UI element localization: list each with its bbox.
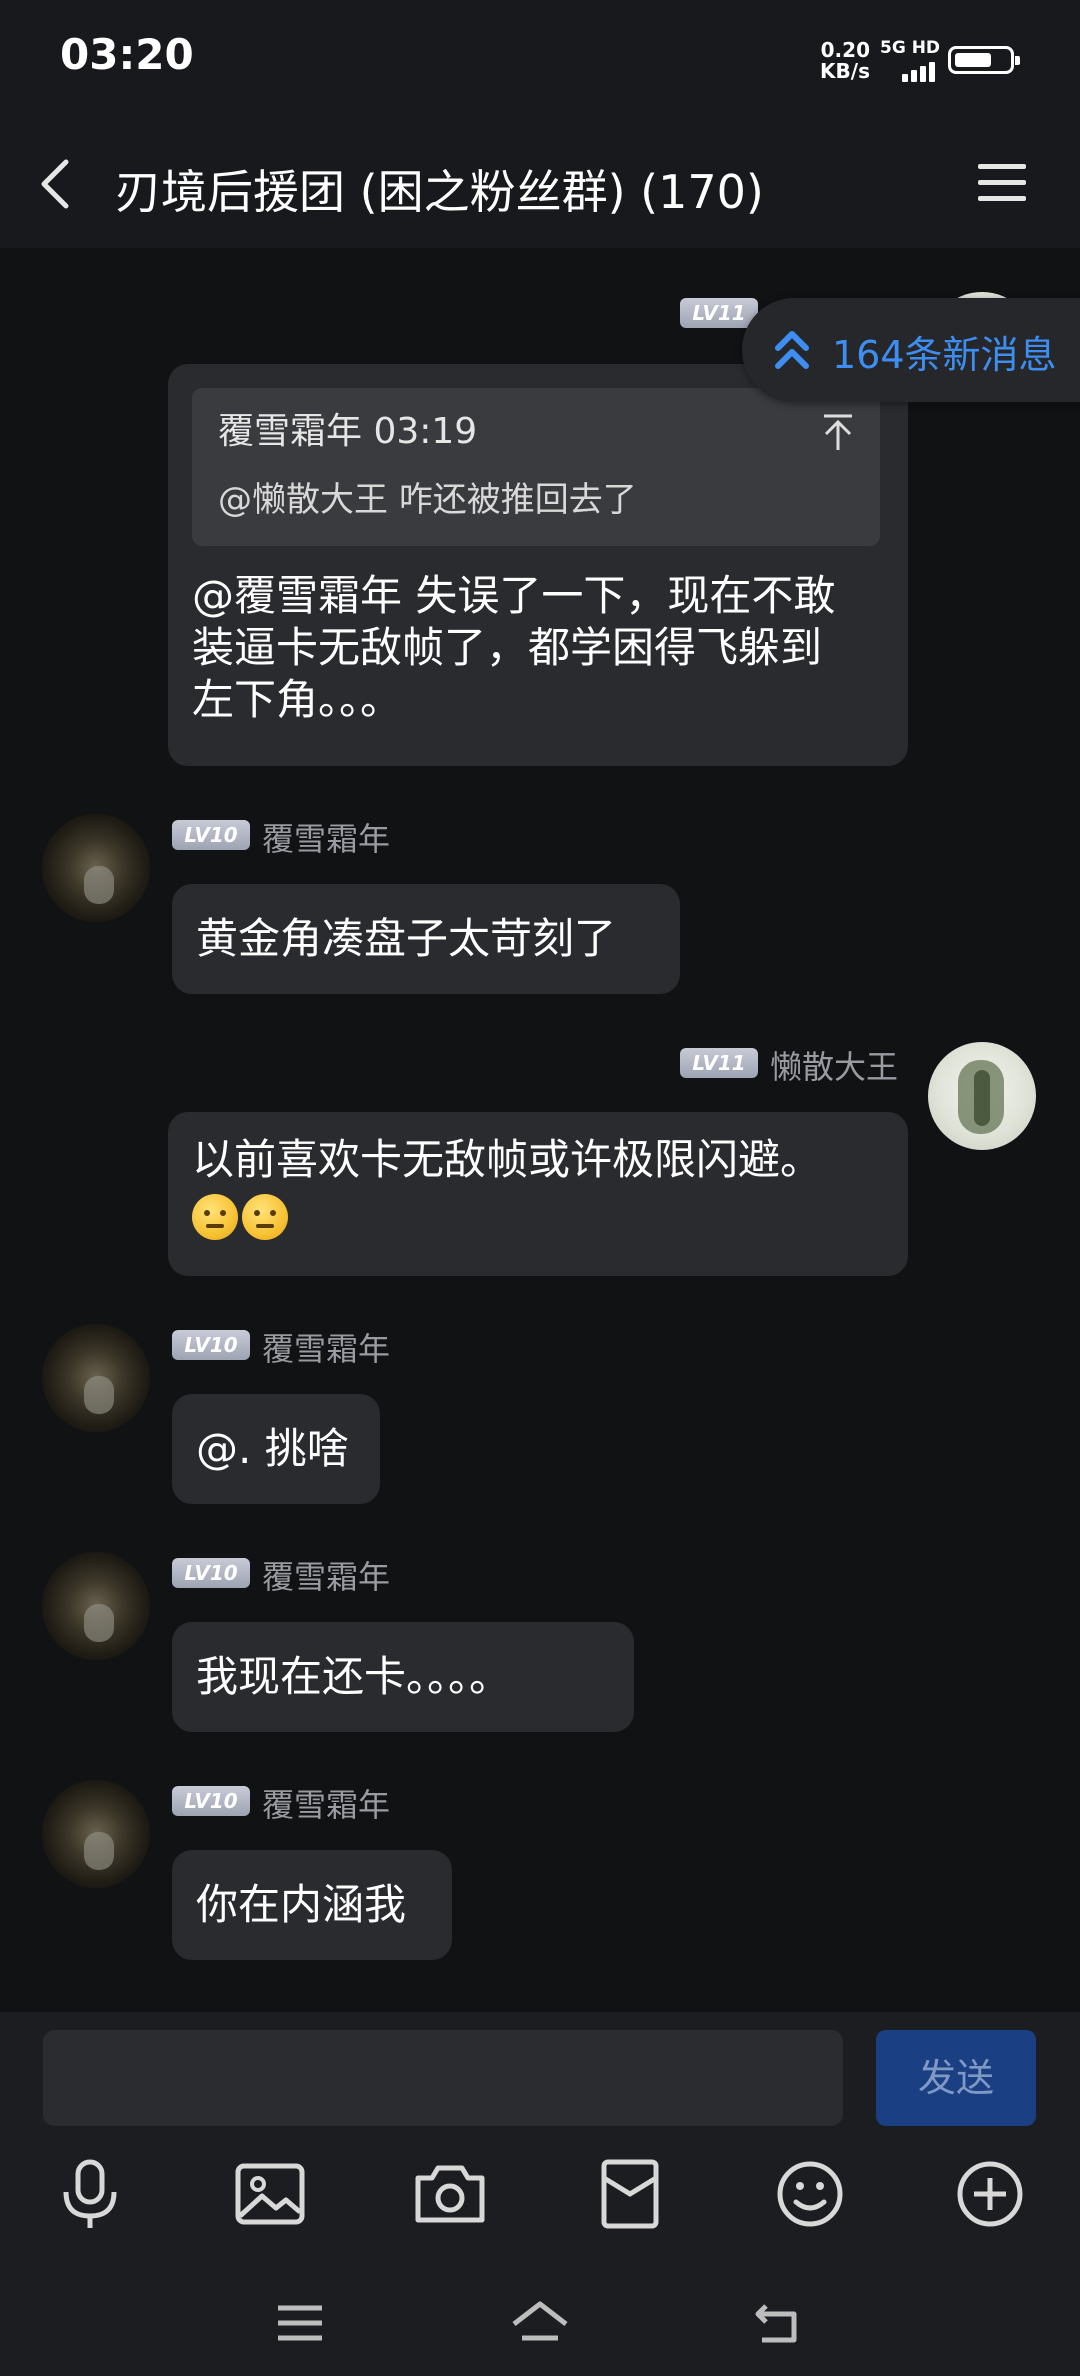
jump-to-top-icon[interactable] [820,412,856,452]
image-icon[interactable] [230,2154,310,2234]
quote-header: 覆雪霜年 03:19 [218,406,477,458]
network-speed-value: 0.20 [820,38,870,62]
message-bubble[interactable]: 黄金角凑盘子太苛刻了 [172,884,680,994]
level-badge: LV11 [680,298,758,328]
message-bubble[interactable]: @. 挑啥 [172,1394,380,1504]
worried-face-emoji [242,1193,288,1240]
home-nav-icon[interactable] [510,2298,570,2348]
composer: 发送 [0,2012,1080,2376]
message-bubble[interactable]: 我现在还卡。。。。 [172,1622,634,1732]
level-badge: LV10 [172,820,250,850]
message-text: @. 挑啥 [196,1424,349,1473]
message-item: LV10 覆雪霜年 黄金角凑盘子太苛刻了 [0,806,1080,1006]
camera-icon[interactable] [410,2154,490,2234]
level-badge: LV10 [172,1558,250,1588]
quote-sender: 覆雪霜年 [218,411,363,452]
red-packet-icon[interactable] [590,2154,670,2234]
quote-time: 03:19 [373,411,478,452]
network-speed: 0.20 KB/s [820,40,870,82]
message-bubble[interactable]: 以前喜欢卡无敌帧或许极限闪避。 [168,1112,908,1276]
back-chevron-icon[interactable] [36,156,76,212]
avatar[interactable] [42,814,150,922]
message-text: 以前喜欢卡无敌帧或许极限闪避。 [192,1135,823,1184]
system-navigation-bar [0,2270,1080,2376]
battery-icon [948,46,1020,74]
emoji-icon[interactable] [770,2154,850,2234]
new-messages-button[interactable]: 164条新消息 [742,298,1080,402]
message-text: 黄金角凑盘子太苛刻了 [196,914,617,963]
microphone-icon[interactable] [50,2154,130,2234]
message-input[interactable] [43,2030,843,2126]
level-badge: LV10 [172,1786,250,1816]
level-badge: LV11 [680,1048,758,1078]
message-line: @覆雪霜年 失误了一下，现在不敢 [192,571,836,620]
message-item: LV10 覆雪霜年 我现在还卡。。。。 [0,1544,1080,1744]
avatar[interactable] [42,1780,150,1888]
emoji-row [192,1188,884,1240]
new-messages-label: 164条新消息 [832,333,1057,377]
sender-name: 覆雪霜年 [262,820,391,858]
avatar[interactable] [42,1552,150,1660]
send-button[interactable]: 发送 [876,2030,1036,2126]
network-speed-unit: KB/s [820,59,870,83]
avatar[interactable] [928,1042,1036,1150]
level-badge: LV10 [172,1330,250,1360]
sender-name: 覆雪霜年 [262,1786,391,1824]
message-text: @覆雪霜年 失误了一下，现在不敢 装逼卡无敌帧了，都学困得飞躲到 左下角。。。 [192,570,835,726]
menu-icon[interactable] [978,160,1026,206]
thinking-face-emoji [192,1193,238,1240]
status-time: 03:20 [60,30,194,79]
signal-label: 5G HD [880,38,941,58]
signal-icon: 5G HD [880,38,941,82]
message-item: LV10 覆雪霜年 你在内涵我 [0,1772,1080,1972]
composer-toolbar [0,2154,1080,2254]
message-bubble[interactable]: 你在内涵我 [172,1850,452,1960]
message-line: 装逼卡无敌帧了，都学困得飞躲到 [192,623,823,672]
plus-icon[interactable] [950,2154,1030,2234]
quote-text: @懒散大王 咋还被推回去了 [218,480,637,520]
message-list[interactable]: LV11 覆雪霜年 03:19 @懒散大王 咋还被推回去了 @覆雪霜年 失误了一… [0,248,1080,2012]
avatar[interactable] [42,1324,150,1432]
sender-name: 覆雪霜年 [262,1330,391,1368]
quoted-message[interactable]: 覆雪霜年 03:19 @懒散大王 咋还被推回去了 [192,388,880,546]
sender-name: 覆雪霜年 [262,1558,391,1596]
message-item: LV11 懒散大王 以前喜欢卡无敌帧或许极限闪避。 [0,1032,1080,1292]
chat-header: 刃境后援团 (困之粉丝群) (170) [0,118,1080,248]
menu-nav-icon[interactable] [270,2298,330,2348]
group-title: 刃境后援团 (困之粉丝群) (170) [115,165,764,219]
sender-name: 懒散大王 [770,1048,899,1086]
message-bubble[interactable]: 覆雪霜年 03:19 @懒散大王 咋还被推回去了 @覆雪霜年 失误了一下，现在不… [168,364,908,766]
status-bar: 03:20 0.20 KB/s 5G HD [0,0,1080,118]
message-item: LV10 覆雪霜年 @. 挑啥 [0,1316,1080,1516]
message-line: 左下角。。。 [192,675,403,724]
double-chevron-up-icon [775,331,809,369]
back-nav-icon[interactable] [750,2298,810,2348]
message-text: 你在内涵我 [196,1880,407,1929]
message-text: 我现在还卡。。。。 [196,1652,512,1701]
